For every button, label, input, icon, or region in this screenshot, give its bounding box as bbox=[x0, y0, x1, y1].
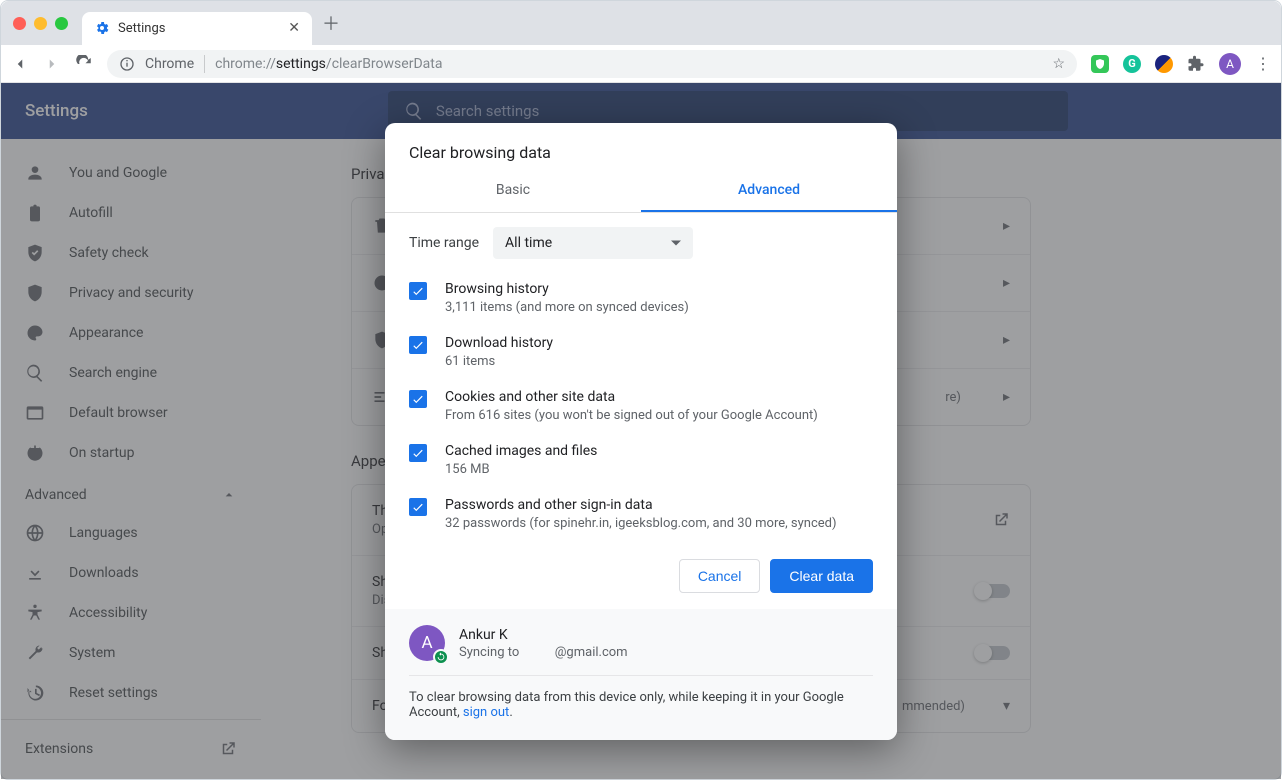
back-button[interactable] bbox=[11, 55, 29, 73]
new-tab-button[interactable]: ＋ bbox=[322, 10, 340, 36]
checkbox-row-download-history[interactable]: Download history 61 items bbox=[409, 325, 873, 379]
checkbox-title: Passwords and other sign-in data bbox=[445, 497, 837, 513]
checkbox-row-cached[interactable]: Cached images and files 156 MB bbox=[409, 433, 873, 487]
checkbox-checked[interactable] bbox=[409, 498, 427, 516]
checkbox-subtitle: 61 items bbox=[445, 354, 553, 369]
checkbox-subtitle: From 616 sites (you won't be signed out … bbox=[445, 408, 818, 423]
traffic-lights bbox=[13, 17, 68, 30]
dialog-body: Time range All time Browsing history 3,1… bbox=[385, 213, 897, 543]
dialog-title: Clear browsing data bbox=[385, 123, 897, 170]
close-tab-button[interactable]: ✕ bbox=[288, 20, 300, 36]
reload-button[interactable] bbox=[75, 55, 93, 73]
sign-out-link[interactable]: sign out bbox=[463, 705, 509, 720]
time-range-row: Time range All time bbox=[409, 227, 873, 259]
minimize-window-button[interactable] bbox=[34, 17, 47, 30]
checkbox-row-passwords[interactable]: Passwords and other sign-in data 32 pass… bbox=[409, 487, 873, 541]
tab-title: Settings bbox=[118, 21, 165, 36]
account-info-text: To clear browsing data from this device … bbox=[409, 690, 873, 720]
checkbox-checked[interactable] bbox=[409, 336, 427, 354]
toolbar-right: G A ⋮ bbox=[1091, 53, 1271, 75]
checkbox-checked[interactable] bbox=[409, 390, 427, 408]
omnibox-origin: Chrome bbox=[145, 56, 194, 72]
dialog-actions: Cancel Clear data bbox=[385, 543, 897, 609]
omnibox-separator bbox=[204, 55, 205, 73]
checkbox-title: Cookies and other site data bbox=[445, 389, 818, 405]
window-tab-strip: Settings ✕ ＋ bbox=[1, 1, 1281, 45]
checkbox-checked[interactable] bbox=[409, 282, 427, 300]
extension-grammarly-icon[interactable]: G bbox=[1123, 55, 1141, 73]
forward-button[interactable] bbox=[43, 55, 61, 73]
close-window-button[interactable] bbox=[13, 17, 26, 30]
tab-advanced[interactable]: Advanced bbox=[641, 170, 897, 212]
account-name: Ankur K bbox=[459, 627, 628, 643]
extensions-puzzle-icon[interactable] bbox=[1187, 55, 1205, 73]
browser-menu-button[interactable]: ⋮ bbox=[1255, 54, 1271, 73]
account-avatar: A bbox=[409, 625, 445, 661]
tab-basic[interactable]: Basic bbox=[385, 170, 641, 212]
gear-icon bbox=[94, 20, 110, 36]
browser-tab-settings[interactable]: Settings ✕ bbox=[82, 12, 312, 45]
checkbox-row-browsing-history[interactable]: Browsing history 3,111 items (and more o… bbox=[409, 271, 873, 325]
browser-toolbar: Chrome chrome://settings/clearBrowserDat… bbox=[1, 45, 1281, 83]
extension-shield-icon[interactable] bbox=[1091, 55, 1109, 73]
checkbox-subtitle: 32 passwords (for spinehr.in, igeeksblog… bbox=[445, 516, 837, 531]
checkbox-checked[interactable] bbox=[409, 444, 427, 462]
checkbox-title: Download history bbox=[445, 335, 553, 351]
checkbox-title: Cached images and files bbox=[445, 443, 597, 459]
checkbox-row-cookies[interactable]: Cookies and other site data From 616 sit… bbox=[409, 379, 873, 433]
omnibox-url: chrome://settings/clearBrowserData bbox=[215, 56, 442, 72]
extension-circle-icon[interactable] bbox=[1155, 55, 1173, 73]
profile-avatar-button[interactable]: A bbox=[1219, 53, 1241, 75]
cancel-button[interactable]: Cancel bbox=[679, 559, 761, 593]
bookmark-star-icon[interactable]: ☆ bbox=[1052, 56, 1065, 72]
sync-badge-icon bbox=[433, 649, 449, 665]
account-email: Syncing to @gmail.com bbox=[459, 645, 628, 660]
dialog-account-section: A Ankur K Syncing to @gmail.com To clear… bbox=[385, 609, 897, 740]
time-range-label: Time range bbox=[409, 235, 479, 251]
checkbox-subtitle: 156 MB bbox=[445, 462, 597, 477]
fullscreen-window-button[interactable] bbox=[55, 17, 68, 30]
time-range-select[interactable]: All time bbox=[493, 227, 693, 259]
omnibox[interactable]: Chrome chrome://settings/clearBrowserDat… bbox=[107, 50, 1077, 78]
dialog-tabs: Basic Advanced bbox=[385, 170, 897, 213]
checkbox-subtitle: 3,111 items (and more on synced devices) bbox=[445, 300, 689, 315]
clear-data-button[interactable]: Clear data bbox=[770, 559, 873, 593]
checkbox-title: Browsing history bbox=[445, 281, 689, 297]
clear-browsing-data-dialog: Clear browsing data Basic Advanced Time … bbox=[385, 123, 897, 740]
site-info-icon[interactable] bbox=[119, 56, 135, 72]
